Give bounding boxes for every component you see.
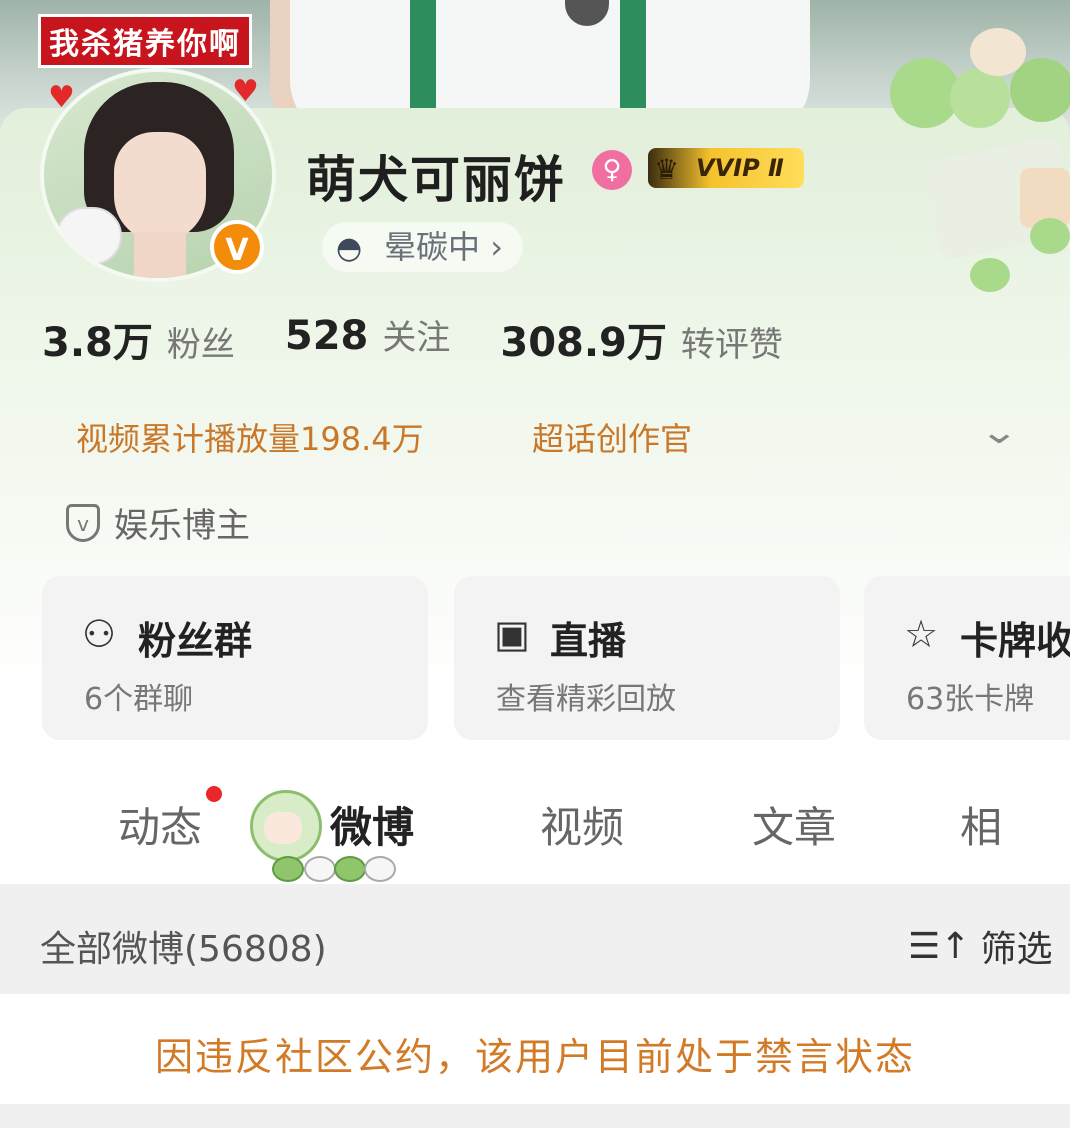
- verified-badge: V: [210, 220, 264, 274]
- stat-following[interactable]: 528 关注: [285, 310, 451, 368]
- status-text: 晕碳中: [384, 228, 481, 266]
- status-pill[interactable]: ◓ 晕碳中 ›: [322, 222, 523, 272]
- tile-subtitle: 6个群聊: [84, 682, 194, 717]
- apple-decoration: [950, 68, 1010, 128]
- bottom-divider: [0, 1104, 1070, 1128]
- sort-icon: ☰↑: [908, 925, 971, 967]
- video-plays-tag[interactable]: 视频累计播放量198.4万: [76, 414, 424, 460]
- stat-value: 308.9万: [500, 320, 667, 366]
- tile-cards[interactable]: ☆ 卡牌收 63张卡牌: [864, 576, 1070, 740]
- tv-icon: ▣: [494, 612, 530, 656]
- stat-label: 转评赞: [680, 325, 783, 365]
- tile-subtitle: 查看精彩回放: [496, 682, 676, 717]
- tile-title: 卡牌收: [960, 619, 1070, 663]
- users-icon: ⚇: [82, 612, 117, 656]
- tile-fan-group[interactable]: ⚇ 粉丝群 6个群聊: [42, 576, 428, 740]
- female-icon: ♀: [592, 150, 632, 190]
- ban-notice-text: 因违反社区公约，该用户目前处于禁言状态: [154, 1035, 915, 1079]
- stat-followers[interactable]: 3.8万 粉丝: [42, 310, 235, 368]
- stat-value: 3.8万: [42, 320, 153, 366]
- apple-decoration: [970, 258, 1010, 292]
- flower-icon: [364, 856, 396, 882]
- stat-label: 关注: [382, 318, 451, 358]
- stat-value: 528: [284, 313, 369, 359]
- category-row[interactable]: v 娱乐博主: [66, 498, 250, 547]
- chevron-down-icon[interactable]: ⌄: [979, 412, 1019, 452]
- banner-caption: 我杀猪养你啊: [38, 14, 252, 68]
- card-icon: ☆: [904, 612, 939, 656]
- category-label: 娱乐博主: [114, 506, 250, 546]
- profile-tabs: 动态 微博 视频 文章 相: [0, 780, 1070, 884]
- tile-title: 粉丝群: [138, 619, 253, 663]
- tile-subtitle: 63张卡牌: [906, 682, 1035, 717]
- banner-photo-stripe: [620, 0, 646, 120]
- tab-activity[interactable]: 动态: [118, 794, 202, 855]
- flower-icon: [304, 856, 336, 882]
- filter-label: 筛选: [980, 929, 1053, 970]
- tile-live[interactable]: ▣ 直播 查看精彩回放: [454, 576, 840, 740]
- avatar-face: [114, 132, 206, 242]
- dog-decoration: [970, 28, 1026, 76]
- filter-button[interactable]: ☰↑ 筛选: [908, 920, 1052, 972]
- stat-interactions[interactable]: 308.9万 转评赞: [500, 310, 783, 368]
- chevron-right-icon: ›: [490, 228, 503, 266]
- shield-icon: v: [66, 503, 100, 542]
- stats-row: 3.8万 粉丝 528 关注 308.9万 转评赞: [42, 310, 783, 368]
- banner-photo-stripe: [410, 0, 436, 120]
- vvip-badge[interactable]: ♛ VVIP Ⅱ: [648, 148, 804, 188]
- notification-dot: [206, 786, 222, 802]
- tile-title: 直播: [550, 619, 627, 663]
- tab-video[interactable]: 视频: [540, 794, 624, 855]
- filter-bar: 全部微博(56808) ☰↑ 筛选: [0, 884, 1070, 994]
- feature-tiles: ⚇ 粉丝群 6个群聊 ▣ 直播 查看精彩回放 ☆ 卡牌收 63张卡牌: [42, 576, 1070, 742]
- vvip-label: VVIP Ⅱ: [696, 154, 784, 182]
- tab-weibo[interactable]: 微博: [330, 794, 414, 855]
- ban-notice: 因违反社区公约，该用户目前处于禁言状态: [0, 994, 1070, 1104]
- apple-icon: [272, 856, 304, 882]
- all-weibo-count[interactable]: 全部微博(56808): [40, 920, 327, 972]
- super-topic-creator-tag[interactable]: 超话创作官: [532, 414, 692, 460]
- username: 萌犬可丽饼: [306, 151, 566, 209]
- mascot-face: [264, 812, 302, 844]
- apple-decoration: [1030, 218, 1070, 254]
- crown-icon: ♛: [654, 153, 680, 186]
- rice-bowl-icon: ◓: [336, 231, 363, 266]
- tab-article[interactable]: 文章: [752, 794, 836, 855]
- tab-album[interactable]: 相: [960, 794, 1002, 855]
- stat-label: 粉丝: [166, 325, 235, 365]
- apple-icon: [334, 856, 366, 882]
- avatar-neck: [134, 232, 186, 278]
- bunny-sticker: [56, 207, 122, 265]
